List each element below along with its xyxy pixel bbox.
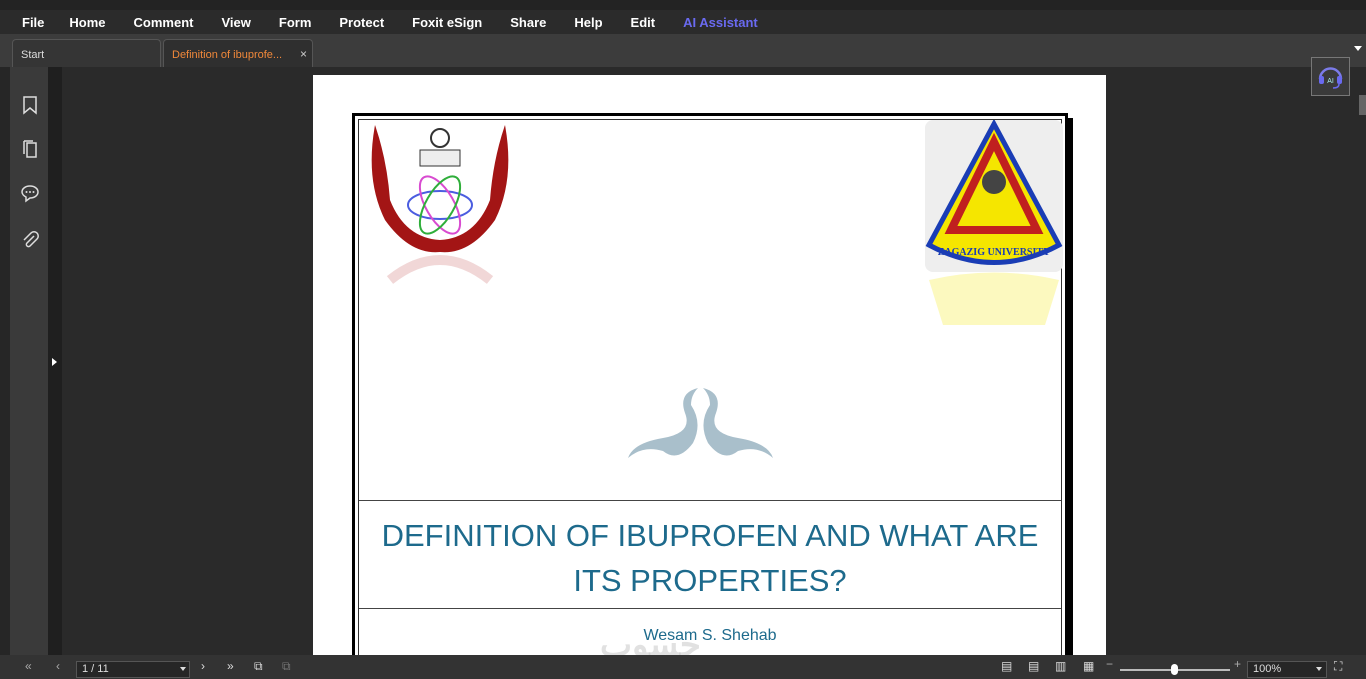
scrollbar-thumb[interactable] [1359, 95, 1366, 115]
svg-text:ZAGAZIG UNIVERSITY: ZAGAZIG UNIVERSITY [938, 247, 1051, 258]
single-page-icon[interactable]: ▤ [1001, 659, 1012, 673]
comment-icon[interactable] [20, 183, 40, 203]
faculty-logo [371, 125, 509, 284]
ai-assistant-button[interactable]: AI [1311, 57, 1350, 96]
menu-ai-assistant[interactable]: AI Assistant [683, 15, 758, 30]
close-icon[interactable]: × [300, 47, 307, 61]
zoom-input[interactable]: 100% [1247, 661, 1327, 678]
continuous-page-icon[interactable]: ▤ [1028, 659, 1039, 673]
tab-document[interactable]: Definition of ibuprofe... × [163, 39, 313, 67]
menu-home[interactable]: Home [69, 15, 105, 30]
next-page-icon[interactable]: › [201, 659, 205, 673]
title-rule-bottom [359, 608, 1061, 609]
page-dropdown-icon[interactable] [180, 667, 186, 674]
menu-view[interactable]: View [221, 15, 250, 30]
rotate-view-icon[interactable]: ⧉ [254, 659, 263, 674]
document-title: DEFINITION OF IBUPROFEN AND WHAT ARE ITS… [381, 518, 1039, 598]
sidebar [10, 67, 48, 655]
menu-share[interactable]: Share [510, 15, 546, 30]
fullscreen-icon[interactable]: ⛶ [1334, 659, 1342, 674]
ornament [628, 388, 773, 458]
menu-bar: File Home Comment View Form Protect Foxi… [0, 10, 1366, 34]
menu-edit[interactable]: Edit [631, 15, 656, 30]
rotate-back-icon[interactable]: ⧉ [282, 659, 291, 674]
page-number-input[interactable]: 1 / 11 [76, 661, 190, 678]
status-bar: « ‹ 1 / 11 › » ⧉ ⧉ ▤ ▤ ▥ ▦ − + 100% ⛶ [0, 655, 1366, 679]
title-rule-top [359, 500, 1061, 501]
zoom-out-icon[interactable]: − [1106, 657, 1113, 671]
facing-page-icon[interactable]: ▥ [1055, 659, 1066, 673]
zoom-slider-handle[interactable] [1171, 664, 1178, 675]
expand-panel-icon[interactable] [52, 358, 61, 366]
menu-help[interactable]: Help [574, 15, 602, 30]
document-author: Wesam S. Shehab [643, 627, 777, 644]
continuous-facing-icon[interactable]: ▦ [1083, 659, 1094, 673]
left-edge [0, 67, 10, 679]
vertical-scrollbar[interactable] [1358, 67, 1366, 655]
zoom-in-icon[interactable]: + [1234, 657, 1241, 671]
bookmark-icon[interactable] [20, 95, 40, 115]
sidebar-gap [48, 67, 62, 655]
zoom-dropdown-icon[interactable] [1316, 667, 1322, 674]
tab-bar: Start Definition of ibuprofe... × [0, 34, 1366, 67]
pdf-page: ZAGAZIG UNIVERSITY DEFINITION OF IBUPROF… [313, 75, 1106, 655]
tab-label: Start [21, 49, 45, 61]
tab-start[interactable]: Start [12, 39, 161, 67]
svg-text:AI: AI [1327, 78, 1334, 85]
title-strip [0, 0, 1366, 10]
pages-icon[interactable] [20, 139, 40, 159]
zagazig-university-logo: ZAGAZIG UNIVERSITY [925, 120, 1063, 325]
page-number: 1 / 11 [82, 663, 109, 675]
menu-protect[interactable]: Protect [339, 15, 384, 30]
headset-icon: AI [1318, 67, 1343, 89]
zoom-value: 100% [1253, 663, 1282, 675]
first-page-icon[interactable]: « [25, 659, 32, 673]
previous-page-icon[interactable]: ‹ [56, 659, 60, 673]
tab-list-dropdown-icon[interactable] [1354, 46, 1362, 55]
menu-comment[interactable]: Comment [134, 15, 194, 30]
attachment-icon[interactable] [20, 230, 40, 250]
menu-file[interactable]: File [22, 15, 44, 30]
last-page-icon[interactable]: » [227, 659, 234, 673]
menu-form[interactable]: Form [279, 15, 312, 30]
menu-foxit-esign[interactable]: Foxit eSign [412, 15, 482, 30]
tab-label: Definition of ibuprofe... [172, 49, 283, 61]
